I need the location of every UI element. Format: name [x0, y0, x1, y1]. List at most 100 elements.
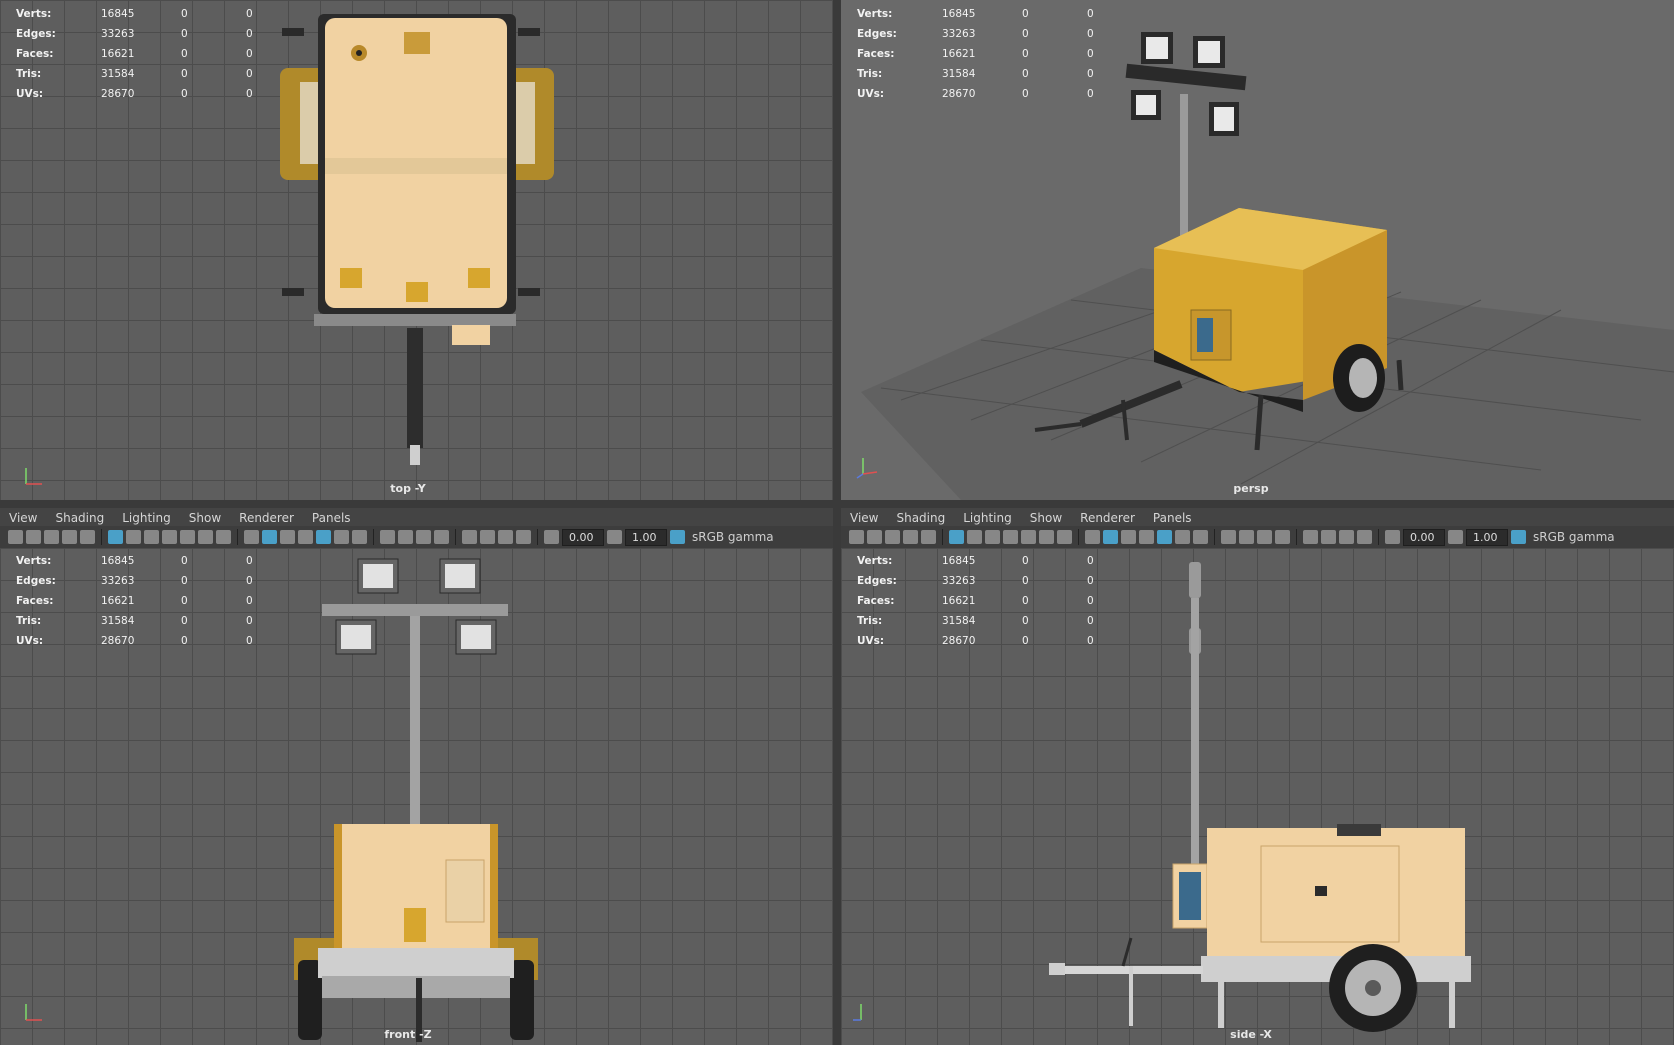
- shadows-icon[interactable]: [1193, 530, 1208, 544]
- xray-icon[interactable]: [480, 530, 495, 544]
- depth-of-field-icon[interactable]: [1275, 530, 1290, 544]
- gate-mask-icon[interactable]: [1003, 530, 1018, 544]
- xray-joints-icon[interactable]: [498, 530, 513, 544]
- textured-icon[interactable]: [316, 530, 331, 544]
- camera-lock-icon[interactable]: [26, 530, 41, 544]
- depth-of-field-icon[interactable]: [434, 530, 449, 544]
- menu-view[interactable]: View: [841, 511, 887, 525]
- view-transform-select[interactable]: sRGB gamma: [1533, 530, 1615, 544]
- menu-lighting[interactable]: Lighting: [113, 511, 180, 525]
- film-gate-icon[interactable]: [967, 530, 982, 544]
- menu-lighting[interactable]: Lighting: [954, 511, 1021, 525]
- panel-toolbar-side: 0.00 1.00 sRGB gamma: [841, 526, 1674, 548]
- menu-shading[interactable]: Shading: [46, 511, 113, 525]
- color-management-icon[interactable]: [1511, 530, 1526, 544]
- gamma-icon[interactable]: [607, 530, 622, 544]
- exposure-icon[interactable]: [544, 530, 559, 544]
- field-chart-icon[interactable]: [180, 530, 195, 544]
- anti-alias-icon[interactable]: [1257, 530, 1272, 544]
- resolution-gate-icon[interactable]: [144, 530, 159, 544]
- smooth-shade-icon[interactable]: [1103, 530, 1118, 544]
- default-material-icon[interactable]: [280, 530, 295, 544]
- axis-gizmo-icon: [25, 468, 42, 485]
- grid-icon[interactable]: [949, 530, 964, 544]
- smooth-shade-icon[interactable]: [262, 530, 277, 544]
- menu-show[interactable]: Show: [1021, 511, 1071, 525]
- field-chart-icon[interactable]: [1021, 530, 1036, 544]
- poly-count-hud: Verts: 16845 0 0 Edges: 33263 0 0 Faces: 16621 0…: [16, 8, 253, 100]
- panel-toolbar-front: 0.00 1.00 sRGB gamma: [0, 526, 833, 548]
- camera-label-persp: persp: [1233, 482, 1269, 495]
- image-plane-icon[interactable]: [921, 530, 936, 544]
- divider: [237, 529, 238, 545]
- panel-menubar-side: View Shading Lighting Show Renderer Pane…: [841, 508, 1674, 528]
- shadows-icon[interactable]: [352, 530, 367, 544]
- camera-icon[interactable]: [8, 530, 23, 544]
- divider: [455, 529, 456, 545]
- wireframe-icon[interactable]: [244, 530, 259, 544]
- gamma-icon[interactable]: [1448, 530, 1463, 544]
- menu-renderer[interactable]: Renderer: [230, 511, 303, 525]
- xray-components-icon[interactable]: [1357, 530, 1372, 544]
- camera-attr-icon[interactable]: [44, 530, 59, 544]
- gamma-field[interactable]: 1.00: [1466, 528, 1508, 546]
- grid-icon[interactable]: [108, 530, 123, 544]
- wireframe-on-shaded-icon[interactable]: [298, 530, 313, 544]
- menu-renderer[interactable]: Renderer: [1071, 511, 1144, 525]
- isolate-select-icon[interactable]: [462, 530, 477, 544]
- safe-title-icon[interactable]: [216, 530, 231, 544]
- image-plane-icon[interactable]: [80, 530, 95, 544]
- ambient-occlusion-icon[interactable]: [1221, 530, 1236, 544]
- xray-icon[interactable]: [1321, 530, 1336, 544]
- camera-icon[interactable]: [849, 530, 864, 544]
- divider: [373, 529, 374, 545]
- gate-mask-icon[interactable]: [162, 530, 177, 544]
- film-gate-icon[interactable]: [126, 530, 141, 544]
- viewport-top[interactable]: Verts: 16845 0 0 Edges: 33263 0 0 Faces: 16621 0…: [0, 0, 833, 500]
- menu-panels[interactable]: Panels: [1144, 511, 1201, 525]
- xray-joints-icon[interactable]: [1339, 530, 1354, 544]
- safe-action-icon[interactable]: [1039, 530, 1054, 544]
- ambient-occlusion-icon[interactable]: [380, 530, 395, 544]
- exposure-field[interactable]: 0.00: [562, 528, 604, 546]
- viewport-side[interactable]: Verts: 16845 0 0 Edges: 33263 0 0 Faces: 16621 0…: [841, 548, 1674, 1045]
- color-management-icon[interactable]: [670, 530, 685, 544]
- gamma-field[interactable]: 1.00: [625, 528, 667, 546]
- camera-attr-icon[interactable]: [885, 530, 900, 544]
- divider: [101, 529, 102, 545]
- bookmark-icon[interactable]: [903, 530, 918, 544]
- wireframe-icon[interactable]: [1085, 530, 1100, 544]
- camera-label-side: side -X: [1230, 1028, 1272, 1041]
- divider: [1214, 529, 1215, 545]
- viewport-persp[interactable]: Verts: 16845 0 0 Edges: 33263 0 0 Faces: 16621 0…: [841, 0, 1674, 500]
- wireframe-on-shaded-icon[interactable]: [1139, 530, 1154, 544]
- bookmark-icon[interactable]: [62, 530, 77, 544]
- axis-gizmo-icon: [25, 1004, 42, 1021]
- resolution-gate-icon[interactable]: [985, 530, 1000, 544]
- view-transform-select[interactable]: sRGB gamma: [692, 530, 774, 544]
- divider: [537, 529, 538, 545]
- lights-icon[interactable]: [334, 530, 349, 544]
- menu-shading[interactable]: Shading: [887, 511, 954, 525]
- viewport-front[interactable]: Verts: 16845 0 0 Edges: 33263 0 0 Faces: 16621 0…: [0, 548, 833, 1045]
- exposure-field[interactable]: 0.00: [1403, 528, 1445, 546]
- divider: [942, 529, 943, 545]
- exposure-icon[interactable]: [1385, 530, 1400, 544]
- isolate-select-icon[interactable]: [1303, 530, 1318, 544]
- menu-view[interactable]: View: [0, 511, 46, 525]
- camera-lock-icon[interactable]: [867, 530, 882, 544]
- safe-title-icon[interactable]: [1057, 530, 1072, 544]
- menu-panels[interactable]: Panels: [303, 511, 360, 525]
- lights-icon[interactable]: [1175, 530, 1190, 544]
- menu-show[interactable]: Show: [180, 511, 230, 525]
- motion-blur-icon[interactable]: [398, 530, 413, 544]
- poly-count-hud: Verts: 16845 0 0 Edges: 33263 0 0 Faces: 16621 0…: [16, 555, 253, 647]
- anti-alias-icon[interactable]: [416, 530, 431, 544]
- motion-blur-icon[interactable]: [1239, 530, 1254, 544]
- default-material-icon[interactable]: [1121, 530, 1136, 544]
- safe-action-icon[interactable]: [198, 530, 213, 544]
- divider: [1296, 529, 1297, 545]
- textured-icon[interactable]: [1157, 530, 1172, 544]
- camera-label-front: front -Z: [384, 1028, 432, 1041]
- xray-components-icon[interactable]: [516, 530, 531, 544]
